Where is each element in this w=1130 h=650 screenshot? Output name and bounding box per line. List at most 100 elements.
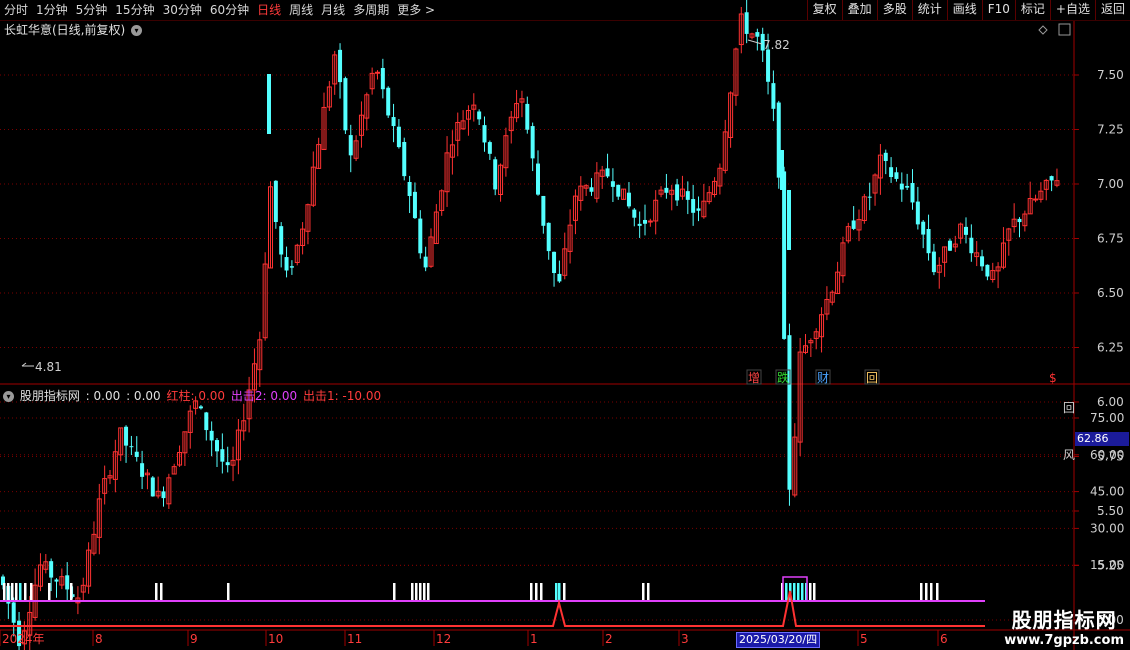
chuji2-value: 出击2: 0.00 [230, 389, 298, 403]
time-tick-label: 11 [347, 632, 362, 646]
candle-body-down [134, 451, 139, 457]
price-tick-label: 7.00 [1097, 177, 1124, 191]
indicator-name: 股朋指标网 [19, 389, 80, 403]
candle-body-down [1049, 176, 1054, 181]
candle-body-down [626, 192, 631, 207]
signal-bar [797, 583, 800, 601]
candle-body-down [396, 126, 401, 148]
candle-body-up [647, 220, 653, 223]
candle-body-down [204, 412, 209, 431]
candle-body-down [477, 111, 482, 120]
signal-bar [920, 583, 923, 601]
price-tick-label: 6.50 [1097, 286, 1124, 300]
signal-bar [558, 583, 561, 601]
candle-body-down [150, 477, 155, 497]
candle-body-down [541, 195, 546, 226]
candle-body-down [284, 257, 289, 271]
signal-bar [793, 583, 796, 601]
signal-bar [642, 583, 645, 601]
time-tick-label: 8 [95, 632, 103, 646]
price-tick-label: 5.50 [1097, 504, 1124, 518]
signal-bar [809, 583, 812, 601]
signal-bar [813, 583, 816, 601]
candle-body-down [546, 222, 551, 252]
chevron-down-icon[interactable]: ▾ [3, 391, 14, 402]
time-tick-label: 1 [530, 632, 538, 646]
time-tick-label: 6 [940, 632, 948, 646]
candle-body-down [921, 221, 926, 235]
window-icon [1058, 23, 1071, 36]
signal-bar [48, 583, 51, 601]
candle-body-down [883, 152, 888, 161]
candle-body-down [782, 171, 787, 339]
signal-bar [155, 583, 158, 601]
candle-body-down [851, 220, 856, 229]
signal-bar [925, 583, 928, 601]
candle-body-down [343, 78, 348, 131]
signal-bar [801, 583, 804, 601]
indicator-side-glyph: 风 [1063, 448, 1075, 462]
candle-body-down [947, 240, 952, 251]
candle-body-down [54, 579, 59, 582]
candle-body-down [675, 184, 680, 201]
candle-body-down [412, 191, 417, 219]
candle-body-down [605, 168, 610, 177]
high-arrow-icon [747, 39, 763, 45]
candle-body-down [289, 266, 294, 268]
candle-body-down [867, 196, 872, 198]
signal-bar [393, 583, 396, 601]
candle-body-down [915, 201, 920, 225]
candle-body-down [780, 150, 784, 190]
signal-bar [11, 583, 14, 601]
signal-bar [415, 583, 418, 601]
candle-body-down [493, 159, 498, 190]
candle-body-down [348, 135, 353, 156]
candle-body-down [482, 125, 487, 143]
chevron-down-icon[interactable]: ▾ [131, 25, 143, 36]
candle-body-down [273, 180, 278, 223]
time-tick-label: 12 [436, 632, 451, 646]
signal-bar [930, 583, 933, 601]
chuji1-line [0, 590, 985, 627]
indicator-side-glyph: 回 [1063, 401, 1075, 415]
indicator-tick-label: 15.00 [1090, 558, 1124, 572]
candle-body-down [766, 49, 771, 82]
candle-body-down [140, 463, 145, 477]
candle-body-down [685, 191, 690, 200]
candlestick-series [1, 0, 1060, 650]
current-value-badge: 62.86 [1075, 432, 1129, 446]
price-tick-label: 7.50 [1097, 68, 1124, 82]
high-price-label: 7.82 [763, 38, 790, 52]
indicator-value-2: : 0.00 [126, 389, 161, 403]
candle-body-down [220, 449, 225, 462]
candle-body-down [49, 561, 54, 578]
candle-body-down [616, 184, 621, 197]
candle-body-down [215, 440, 219, 452]
candle-body-down [664, 187, 669, 193]
candle-body-down [696, 208, 701, 211]
candle-body-down [964, 226, 968, 235]
candle-body-down [969, 237, 974, 254]
watermark: 股朋指标网 www.7gpzb.com [1004, 604, 1124, 648]
candle-body-down [894, 172, 899, 179]
candle-body-down [910, 183, 915, 203]
candle-body-down [610, 181, 615, 187]
candle-body-down [65, 575, 70, 590]
chart-canvas[interactable]: 7.507.257.006.756.506.256.005.755.505.25… [0, 0, 1130, 650]
indicator-value-1: : 0.00 [85, 389, 121, 403]
signal-bar [160, 583, 163, 601]
signal-bar [419, 583, 422, 601]
candle-body-down [11, 602, 16, 623]
candle-body-up [375, 71, 380, 74]
signal-bar [427, 583, 430, 601]
time-tick-label: 2 [605, 632, 613, 646]
candle-body-down [225, 462, 230, 466]
low-arrow-icon [21, 362, 34, 367]
candle-body-down [267, 74, 271, 134]
stock-name-period: 长虹华意(日线,前复权) [4, 23, 126, 37]
candle-body-down [380, 68, 385, 90]
candle-body-down [787, 335, 792, 490]
candle-body-down [198, 406, 203, 409]
candle-body-down [931, 251, 936, 273]
indicator-tick-label: 45.00 [1090, 485, 1124, 499]
